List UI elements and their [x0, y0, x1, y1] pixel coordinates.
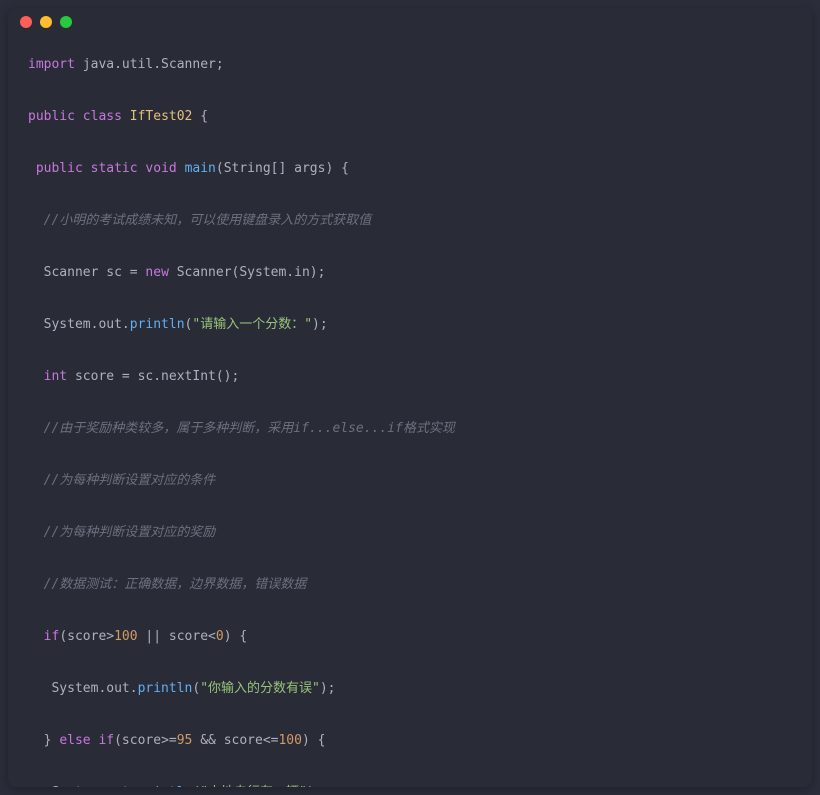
method-call: println	[138, 785, 193, 787]
brace: }	[44, 733, 60, 748]
class-name: IfTest02	[130, 109, 193, 124]
code-text: ) {	[224, 629, 247, 644]
comment: //数据测试：正确数据，边界数据，错误数据	[44, 577, 307, 592]
code-text: ) {	[302, 733, 325, 748]
code-text: System.out.	[44, 317, 130, 332]
paren: );	[307, 785, 323, 787]
code-text: (score>	[59, 629, 114, 644]
code-text: score = sc.nextInt();	[67, 369, 239, 384]
string-literal: "请输入一个分数："	[192, 317, 312, 332]
code-text: System.out.	[51, 681, 137, 696]
string-literal: "你输入的分数有误"	[200, 681, 320, 696]
code-window: import java.util.Scanner; public class I…	[8, 8, 812, 787]
keyword-int: int	[44, 369, 67, 384]
number: 95	[177, 733, 193, 748]
keyword-if: if	[98, 733, 114, 748]
brace: {	[192, 109, 208, 124]
keyword-public: public	[36, 161, 83, 176]
code-text: Scanner(System.in);	[169, 265, 326, 280]
comment: //为每种判断设置对应的条件	[44, 473, 216, 488]
keyword-if: if	[44, 629, 60, 644]
type-name: Scanner	[44, 265, 99, 280]
code-editor[interactable]: import java.util.Scanner; public class I…	[8, 36, 812, 787]
minimize-icon[interactable]	[40, 16, 52, 28]
code-text: (score>=	[114, 733, 177, 748]
number: 0	[216, 629, 224, 644]
code-text: || score<	[138, 629, 216, 644]
keyword-static: static	[91, 161, 138, 176]
keyword-new: new	[145, 265, 168, 280]
code-text: sc =	[98, 265, 145, 280]
number: 100	[114, 629, 137, 644]
comment: //由于奖励种类较多，属于多种判断，采用if...else...if格式实现	[44, 421, 455, 436]
number: 100	[278, 733, 301, 748]
string-literal: "山地自行车一辆"	[200, 785, 307, 787]
keyword-void: void	[145, 161, 176, 176]
paren: );	[320, 681, 336, 696]
paren: );	[312, 317, 328, 332]
keyword-public: public	[28, 109, 75, 124]
maximize-icon[interactable]	[60, 16, 72, 28]
close-icon[interactable]	[20, 16, 32, 28]
comment: //小明的考试成绩未知，可以使用键盘录入的方式获取值	[44, 213, 372, 228]
method-call: println	[138, 681, 193, 696]
code-text: && score<=	[192, 733, 278, 748]
code-text: java.util.Scanner;	[75, 57, 224, 72]
comment: //为每种判断设置对应的奖励	[44, 525, 216, 540]
code-text: System.out.	[51, 785, 137, 787]
params: (String[] args) {	[216, 161, 349, 176]
keyword-else: else	[59, 733, 90, 748]
keyword-class: class	[83, 109, 122, 124]
titlebar	[8, 8, 812, 36]
method-call: println	[130, 317, 185, 332]
method-name: main	[185, 161, 216, 176]
keyword-import: import	[28, 57, 75, 72]
